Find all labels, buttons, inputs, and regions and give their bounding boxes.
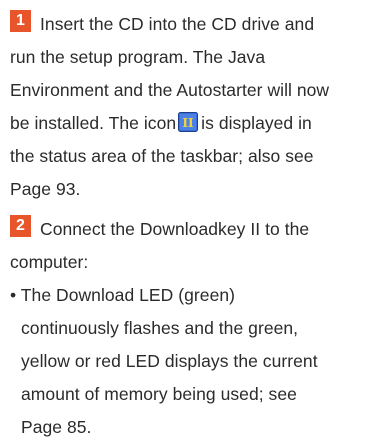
step-1-text: Insert the CD into the CD drive and run … bbox=[10, 8, 385, 206]
step-1-line-6: Page 93. bbox=[10, 179, 81, 199]
step-2-bullet-line-5: Page 85. bbox=[21, 417, 92, 437]
step-1-line-4-before-icon: be installed. The icon bbox=[10, 113, 177, 133]
step-1-line-4-after-icon: is displayed in bbox=[201, 113, 312, 133]
autostarter-icon-glyph: II bbox=[183, 116, 195, 130]
step-2-line-1: Connect the Downloadkey II to the bbox=[40, 219, 310, 239]
step-2-bullet-line-4: amount of memory being used; see bbox=[21, 384, 297, 404]
step-1-line-2: run the setup program. The Java bbox=[10, 47, 266, 67]
step-1-line-4: be installed. The icon II is displayed i… bbox=[10, 107, 385, 140]
autostarter-tray-icon: II bbox=[178, 112, 199, 132]
step-number-badge: 2 bbox=[10, 215, 31, 237]
step-2-bullet-line-2: continuously flashes and the green, bbox=[21, 318, 299, 338]
step-2: 2 Connect the Downloadkey II to the comp… bbox=[10, 213, 385, 444]
step-number-badge: 1 bbox=[10, 10, 31, 32]
step-2-bullet-line-1: The Download LED (green) bbox=[20, 285, 236, 305]
step-2-bullet: • The Download LED (green) bbox=[10, 279, 385, 312]
step-1-line-5: the status area of the taskbar; also see bbox=[10, 146, 314, 166]
step-1: 1 Insert the CD into the CD drive and ru… bbox=[10, 8, 385, 206]
step-1-line-3: Environment and the Autostarter will now bbox=[10, 80, 330, 100]
step-2-text: Connect the Downloadkey II to the comput… bbox=[10, 213, 385, 444]
step-1-line-1: Insert the CD into the CD drive and bbox=[40, 14, 315, 34]
bullet-symbol: • bbox=[10, 285, 17, 305]
step-2-bullet-line-3: yellow or red LED displays the current bbox=[21, 351, 318, 371]
step-2-line-2: computer: bbox=[10, 252, 89, 272]
